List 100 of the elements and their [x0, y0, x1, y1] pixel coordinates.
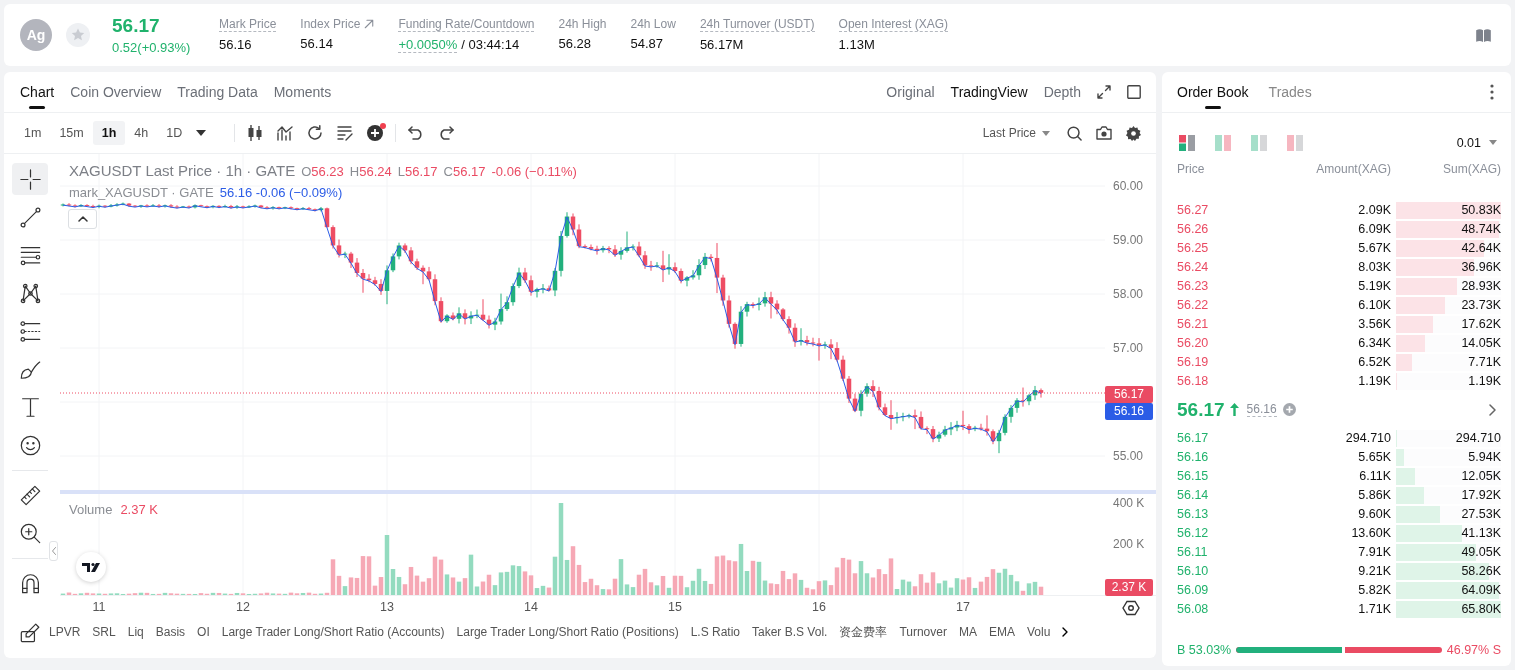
- layout-icon[interactable]: [1179, 134, 1195, 151]
- order-sum: 48.74K: [1461, 222, 1501, 236]
- order-sum: 42.64K: [1461, 241, 1501, 255]
- order-sum: 65.80K: [1461, 602, 1501, 616]
- buy-ratio: B 53.03%: [1177, 643, 1232, 657]
- indicator-tab[interactable]: Large Trader Long/Short Ratio (Accounts): [221, 625, 445, 639]
- list-edit-icon[interactable]: [337, 125, 354, 141]
- order-sum: 17.62K: [1461, 317, 1501, 331]
- more-icon[interactable]: [1490, 84, 1494, 100]
- chevron-right-icon[interactable]: [1062, 627, 1069, 637]
- interval-button[interactable]: 1m: [15, 121, 51, 145]
- indicator-tab[interactable]: Turnover: [899, 625, 947, 639]
- order-price: 56.23: [1177, 279, 1210, 293]
- interval-button[interactable]: 15m: [50, 121, 93, 145]
- indicator-tab[interactable]: MA: [958, 625, 977, 639]
- horizontal-lines-icon[interactable]: [19, 244, 41, 266]
- indicator-tab[interactable]: SRL: [92, 625, 116, 639]
- stat-label: 24h High: [558, 17, 607, 31]
- pencil-icon[interactable]: [19, 621, 41, 643]
- stat-label: Mark Price: [219, 17, 277, 32]
- order-amount: 1.19K: [1357, 374, 1391, 388]
- order-amount: 2.09K: [1357, 203, 1391, 217]
- order-price: 56.18: [1177, 374, 1210, 388]
- stat-value: 1.13M: [838, 37, 875, 52]
- volume-axis-label: 400 K: [1113, 496, 1145, 510]
- order-amount: 6.09K: [1357, 222, 1391, 236]
- caret-down-icon[interactable]: [196, 130, 207, 136]
- order-sum: 41.13K: [1461, 526, 1501, 540]
- order-amount: 8.03K: [1357, 260, 1391, 274]
- stat-value: 56.17M: [699, 37, 744, 52]
- refresh-icon[interactable]: [307, 125, 324, 141]
- order-sum: 58.26K: [1461, 564, 1501, 578]
- pattern-icon[interactable]: [19, 282, 41, 304]
- order-price: 56.13: [1177, 507, 1210, 521]
- mark-price: 56.16: [1246, 402, 1277, 417]
- expand-icon[interactable]: [1097, 85, 1111, 99]
- indicator-tab[interactable]: Taker B.S Vol.: [752, 625, 828, 639]
- indicator-tab[interactable]: OI: [197, 625, 210, 639]
- order-amount: 5.65K: [1357, 450, 1391, 464]
- plus-circle-icon[interactable]: [367, 125, 384, 141]
- book-icon[interactable]: [1476, 28, 1491, 42]
- redo-icon[interactable]: [438, 126, 455, 140]
- order-amount: 13.60K: [1350, 526, 1391, 540]
- brush-icon[interactable]: [19, 358, 41, 380]
- order-price: 56.22: [1177, 298, 1210, 312]
- indicator-tab[interactable]: EMA: [988, 625, 1015, 639]
- order-price: 56.11: [1177, 545, 1209, 559]
- column-header: Sum(XAG): [1442, 162, 1501, 176]
- search-icon[interactable]: [1067, 125, 1082, 141]
- order-price: 56.16: [1177, 450, 1210, 464]
- stat-value: 56.14: [300, 36, 333, 51]
- arrow-up-right-icon[interactable]: [364, 19, 375, 29]
- magnet-icon[interactable]: [19, 572, 41, 594]
- order-amount: 5.86K: [1357, 488, 1391, 502]
- order-sum: 1.19K: [1468, 374, 1501, 388]
- indicator-tab[interactable]: Large Trader Long/Short Ratio (Positions): [456, 625, 679, 639]
- line-chart-icon[interactable]: [277, 125, 294, 141]
- order-sum: 23.73K: [1461, 298, 1501, 312]
- tab[interactable]: Trading Data: [177, 72, 258, 112]
- maximize-icon[interactable]: [1127, 85, 1141, 99]
- view-tab[interactable]: Depth: [1043, 84, 1081, 100]
- tab[interactable]: Chart: [20, 72, 55, 112]
- fibonacci-icon[interactable]: [19, 320, 41, 342]
- settings-icon[interactable]: [1122, 600, 1140, 616]
- indicator-tab[interactable]: 资金费率: [839, 623, 888, 641]
- order-amount: 9.21K: [1357, 564, 1391, 578]
- ruler-icon[interactable]: [19, 484, 41, 506]
- volume-tag: 2.37 K: [1105, 579, 1153, 596]
- sell-ratio: 46.97% S: [1446, 643, 1501, 657]
- interval-button[interactable]: 1h: [92, 121, 126, 145]
- order-price: 56.24: [1177, 260, 1210, 274]
- camera-icon[interactable]: [1096, 126, 1112, 140]
- view-tab[interactable]: Original: [886, 84, 935, 100]
- trend-line-icon[interactable]: [19, 206, 41, 228]
- interval-button[interactable]: 4h: [125, 121, 158, 145]
- undo-icon[interactable]: [408, 126, 425, 140]
- indicator-tab[interactable]: Volu: [1027, 625, 1051, 639]
- smiley-icon[interactable]: [19, 434, 41, 456]
- crosshair-icon[interactable]: [19, 168, 41, 190]
- order-amount: 3.56K: [1357, 317, 1391, 331]
- zoom-in-icon[interactable]: [19, 522, 41, 544]
- tab[interactable]: Moments: [273, 72, 332, 112]
- indicator-tab[interactable]: Basis: [155, 625, 186, 639]
- price-source-dropdown[interactable]: Last Price: [982, 126, 1050, 140]
- indicator-tab[interactable]: L.S Ratio: [690, 625, 740, 639]
- chevron-up-icon[interactable]: [77, 216, 88, 222]
- text-icon[interactable]: [19, 396, 41, 418]
- tab[interactable]: Coin Overview: [70, 72, 162, 112]
- order-price: 56.26: [1177, 222, 1210, 236]
- view-tab[interactable]: TradingView: [950, 84, 1028, 100]
- indicator-tab[interactable]: Liq: [127, 625, 144, 639]
- candlestick-icon[interactable]: [247, 125, 264, 141]
- precision-dropdown[interactable]: 0.01: [1456, 135, 1497, 150]
- interval-button[interactable]: 1D: [157, 121, 192, 145]
- drawing-tool-button[interactable]: [12, 163, 48, 195]
- settings-icon[interactable]: [1126, 125, 1141, 141]
- order-price: 56.25: [1177, 241, 1210, 255]
- tab[interactable]: Trades: [1268, 72, 1312, 112]
- tab[interactable]: Order Book: [1177, 72, 1249, 112]
- indicator-tab[interactable]: LPVR: [49, 625, 81, 639]
